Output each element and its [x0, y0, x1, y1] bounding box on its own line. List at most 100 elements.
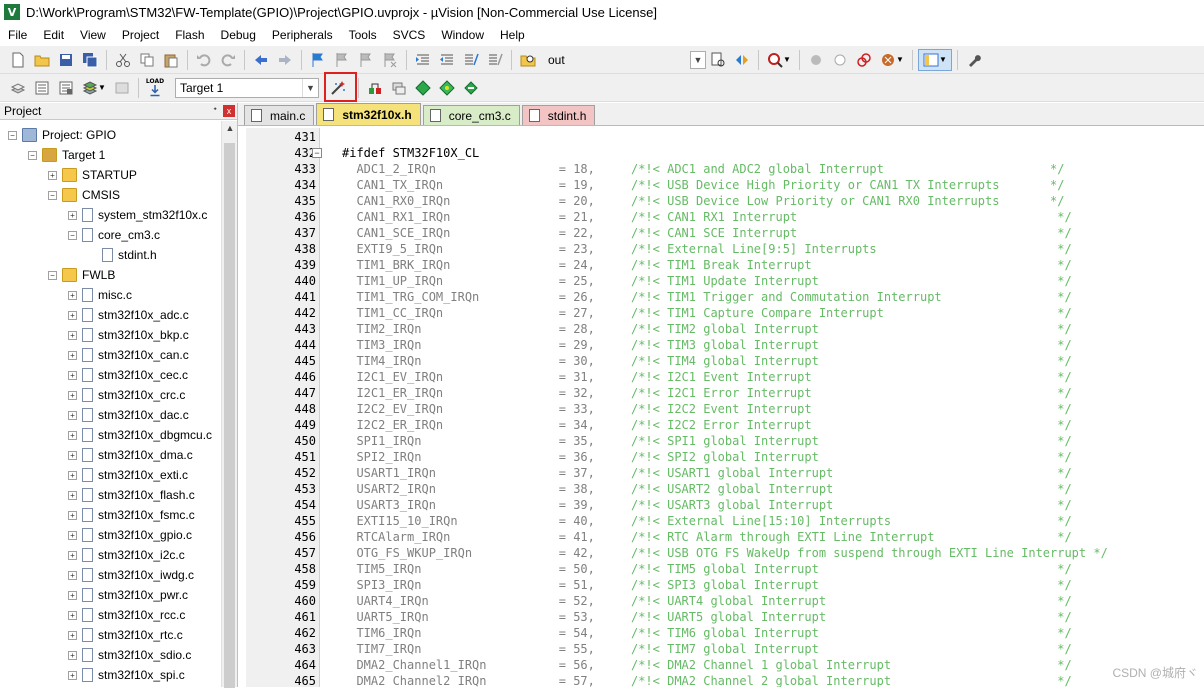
target-select[interactable]: Target 1 ▼ — [175, 77, 319, 98]
chevron-down-icon[interactable]: ▼ — [690, 50, 706, 69]
tree-node[interactable]: + stm32f10x_can.c — [68, 345, 189, 365]
expand-icon[interactable]: + — [68, 510, 77, 520]
tree-node[interactable]: + stm32f10x_cec.c — [68, 365, 188, 385]
tree-node[interactable]: + stm32f10x_dac.c — [68, 405, 189, 425]
expand-icon[interactable]: + — [68, 390, 77, 400]
editor-tab[interactable]: main.c — [244, 105, 315, 125]
pack-installer-button[interactable] — [460, 77, 482, 99]
tree-node[interactable]: − Project: GPIO — [8, 125, 116, 145]
pin-icon[interactable]: ᐩ — [213, 106, 217, 117]
scroll-up-arrow-icon[interactable]: ▲ — [222, 123, 238, 139]
collapse-icon[interactable]: − — [48, 270, 57, 280]
tree-node[interactable]: + stm32f10x_rcc.c — [68, 605, 185, 625]
find-combo[interactable]: out ▼ — [544, 50, 706, 70]
tree-node[interactable]: + system_stm32f10x.c — [68, 205, 207, 225]
tree-node[interactable]: + stm32f10x_dma.c — [68, 445, 193, 465]
tree-node[interactable]: + stm32f10x_rtc.c — [68, 625, 183, 645]
save-all-button[interactable] — [79, 49, 101, 71]
menu-svcs[interactable]: SVCS — [385, 28, 434, 42]
menu-window[interactable]: Window — [433, 28, 492, 42]
expand-icon[interactable]: + — [68, 470, 77, 480]
menu-tools[interactable]: Tools — [341, 28, 385, 42]
tree-node[interactable]: + stm32f10x_sdio.c — [68, 645, 191, 665]
scroll-thumb[interactable] — [224, 143, 235, 688]
expand-icon[interactable]: + — [68, 610, 77, 620]
unindent-button[interactable] — [436, 49, 458, 71]
expand-icon[interactable]: + — [68, 490, 77, 500]
collapse-icon[interactable]: − — [8, 130, 17, 140]
select-packs-button[interactable] — [412, 77, 434, 99]
chevron-down-icon[interactable]: ▼ — [302, 78, 318, 97]
incremental-find-button[interactable] — [707, 49, 729, 71]
manage-run-time-env-button[interactable] — [436, 77, 458, 99]
options-for-target-button[interactable] — [324, 71, 357, 102]
stop-build-button[interactable] — [111, 77, 133, 99]
close-panel-button[interactable]: x — [223, 105, 235, 117]
expand-icon[interactable]: + — [68, 350, 77, 360]
tree-node[interactable]: + stm32f10x_gpio.c — [68, 525, 192, 545]
cut-button[interactable] — [112, 49, 134, 71]
next-bookmark-button[interactable] — [355, 49, 377, 71]
manage-multi-project-button[interactable] — [388, 77, 410, 99]
tree-node[interactable]: + stm32f10x_dbgmcu.c — [68, 425, 212, 445]
tree-node[interactable]: + stm32f10x_pwr.c — [68, 585, 188, 605]
project-vertical-scrollbar[interactable]: ▲ — [221, 121, 238, 688]
tree-node[interactable]: + stm32f10x_fsmc.c — [68, 505, 195, 525]
code-view[interactable]: 431 432 433 434 435 436 437 438 439 440 441 442 443 4… — [246, 128, 1204, 687]
tree-node[interactable]: + stm32f10x_crc.c — [68, 385, 185, 405]
batch-build-button[interactable]: ▼ — [79, 77, 109, 99]
paste-button[interactable] — [160, 49, 182, 71]
undo-button[interactable] — [193, 49, 215, 71]
menu-help[interactable]: Help — [492, 28, 533, 42]
clear-bookmarks-button[interactable] — [379, 49, 401, 71]
expand-icon[interactable]: + — [68, 210, 77, 220]
expand-icon[interactable]: + — [68, 550, 77, 560]
nav-back-button[interactable] — [250, 49, 272, 71]
uncomment-button[interactable] — [484, 49, 506, 71]
expand-icon[interactable]: + — [48, 170, 57, 180]
expand-icon[interactable]: + — [68, 630, 77, 640]
tree-node[interactable]: + stm32f10x_bkp.c — [68, 325, 189, 345]
expand-icon[interactable]: + — [68, 590, 77, 600]
open-file-button[interactable] — [31, 49, 53, 71]
tree-node[interactable]: stdint.h — [88, 245, 157, 265]
breakpoint-button[interactable] — [805, 49, 827, 71]
comment-button[interactable] — [460, 49, 482, 71]
prev-bookmark-button[interactable] — [331, 49, 353, 71]
build-button[interactable] — [31, 77, 53, 99]
save-button[interactable] — [55, 49, 77, 71]
tree-node[interactable]: + misc.c — [68, 285, 132, 305]
disable-all-breakpoints-button[interactable] — [853, 49, 875, 71]
collapse-icon[interactable]: − — [28, 150, 37, 160]
rebuild-button[interactable] — [55, 77, 77, 99]
expand-icon[interactable]: + — [68, 410, 77, 420]
expand-icon[interactable]: + — [68, 290, 77, 300]
editor-tab[interactable]: core_cm3.c — [422, 105, 520, 125]
window-layout-button[interactable]: ▼ — [918, 48, 952, 71]
menu-flash[interactable]: Flash — [167, 28, 212, 42]
fold-collapse-icon[interactable]: − — [312, 148, 322, 158]
tree-node[interactable]: + stm32f10x_adc.c — [68, 305, 189, 325]
expand-icon[interactable]: + — [68, 670, 77, 680]
insert-bookmark-button[interactable] — [307, 49, 329, 71]
expand-icon[interactable]: + — [68, 450, 77, 460]
expand-icon[interactable]: + — [68, 570, 77, 580]
tree-node[interactable]: + stm32f10x_i2c.c — [68, 545, 185, 565]
indent-button[interactable] — [412, 49, 434, 71]
menu-edit[interactable]: Edit — [35, 28, 72, 42]
disable-breakpoint-button[interactable] — [829, 49, 851, 71]
nav-forward-button[interactable] — [274, 49, 296, 71]
tree-node[interactable]: − CMSIS — [48, 185, 120, 205]
redo-button[interactable] — [217, 49, 239, 71]
expand-icon[interactable]: + — [68, 430, 77, 440]
tree-node[interactable]: − Target 1 — [28, 145, 105, 165]
tree-node[interactable]: + STARTUP — [48, 165, 137, 185]
menu-view[interactable]: View — [72, 28, 114, 42]
configure-button[interactable] — [731, 49, 753, 71]
collapse-icon[interactable]: − — [68, 230, 77, 240]
tree-node[interactable]: + stm32f10x_iwdg.c — [68, 565, 194, 585]
kill-all-breakpoints-button[interactable]: ▼ — [877, 49, 907, 71]
collapse-icon[interactable]: − — [48, 190, 57, 200]
expand-icon[interactable]: + — [68, 330, 77, 340]
menu-project[interactable]: Project — [114, 28, 167, 42]
